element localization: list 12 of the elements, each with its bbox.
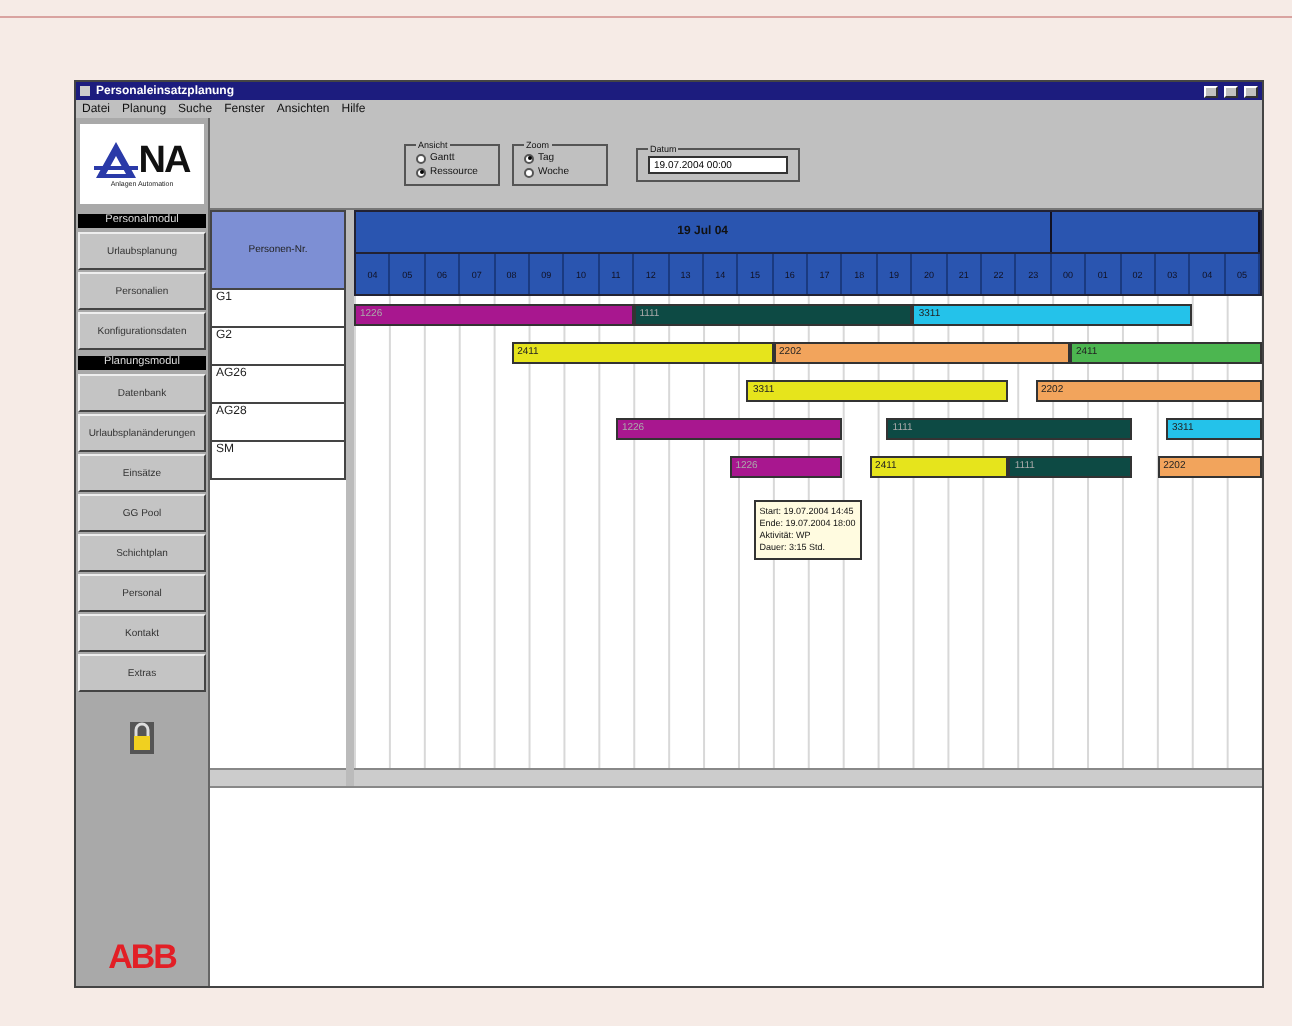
triangle-logo-icon — [94, 140, 139, 180]
app-icon — [80, 86, 90, 96]
radio-button[interactable] — [524, 167, 534, 177]
radio-button[interactable] — [416, 153, 426, 163]
maximize-button[interactable] — [1224, 85, 1238, 97]
logo-text: NA — [138, 144, 190, 180]
radio-button[interactable] — [416, 167, 426, 177]
radio-button[interactable] — [524, 153, 534, 163]
minimize-button[interactable] — [1204, 85, 1218, 97]
close-button[interactable] — [1244, 85, 1258, 97]
padlock-icon[interactable] — [130, 722, 154, 754]
brand-logo: ABB — [108, 938, 176, 978]
